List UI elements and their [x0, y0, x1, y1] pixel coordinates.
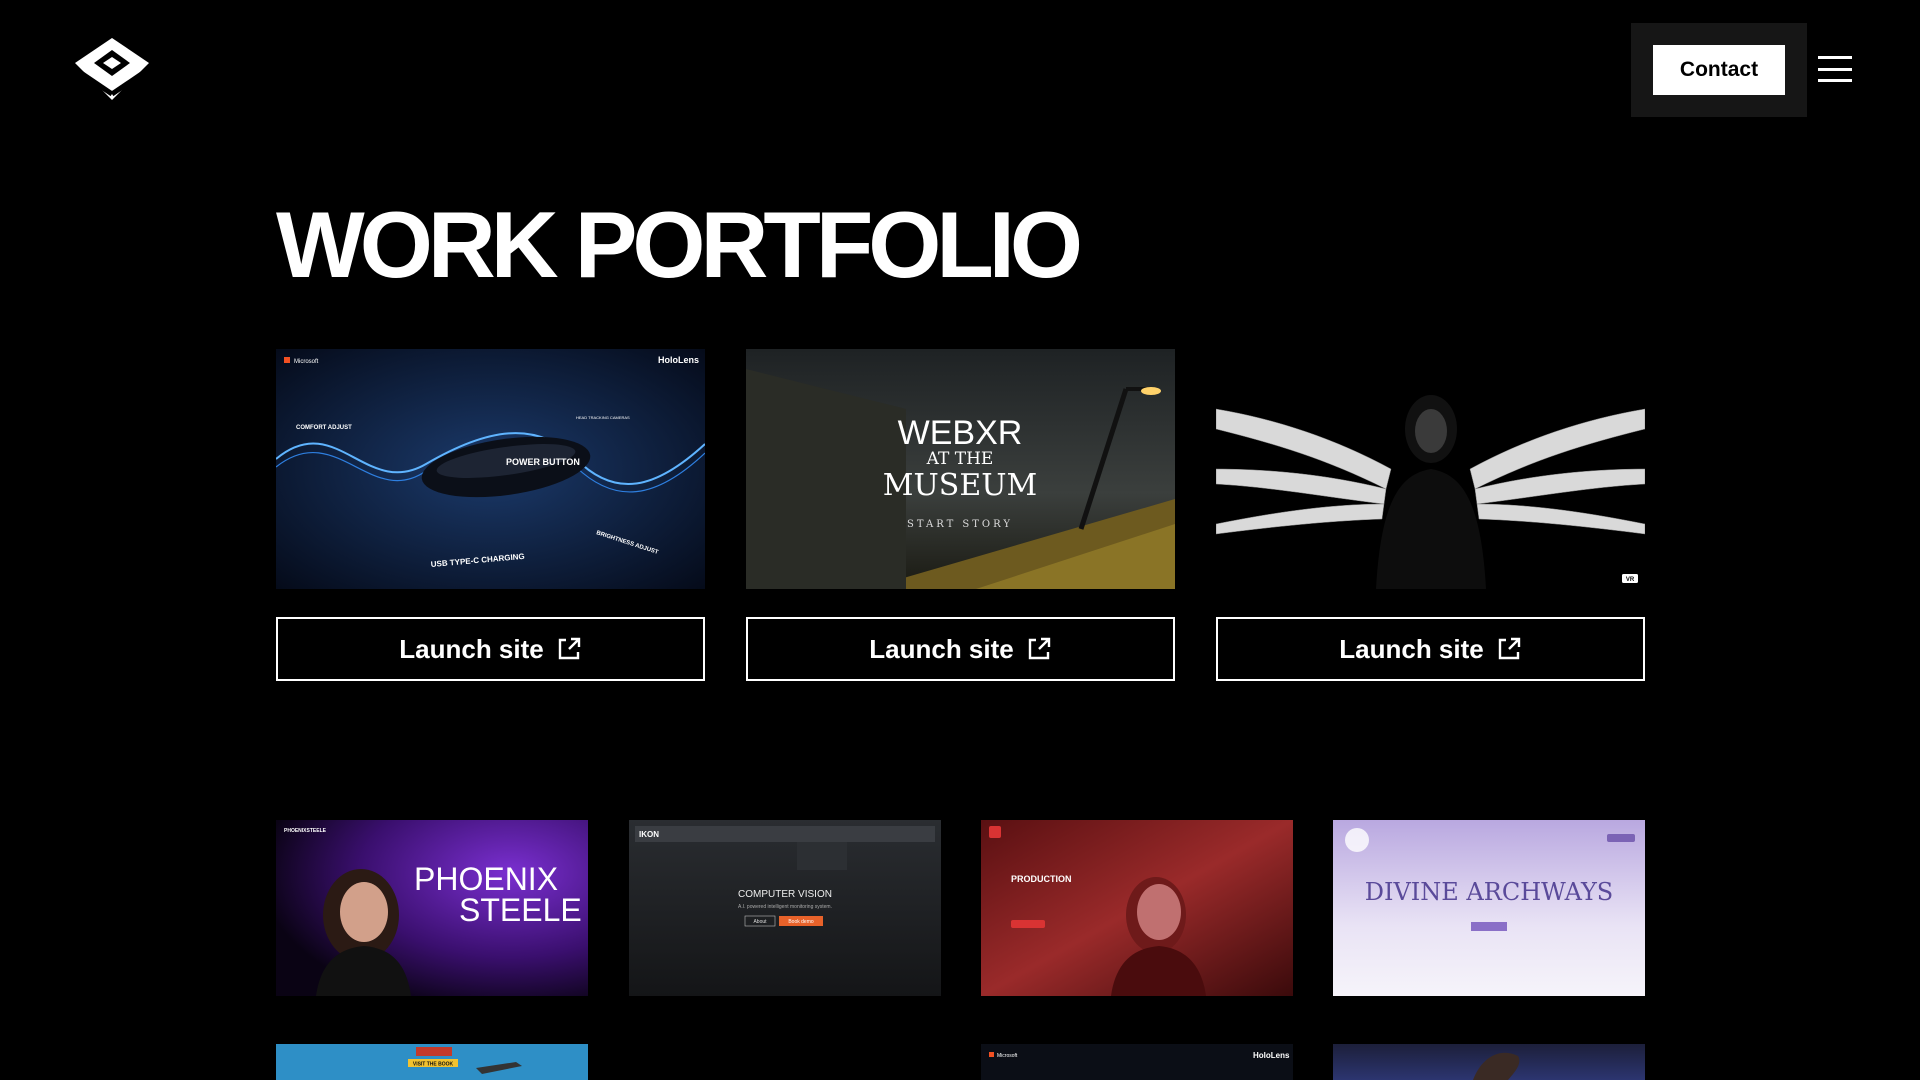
vr-badge: VR: [1626, 577, 1635, 583]
ikon-preview: IKON COMPUTER VISION A.I. powered intell…: [629, 820, 941, 996]
divine-archways-preview: DIVINE ARCHWAYS: [1333, 820, 1645, 996]
launch-site-button-winged-figure[interactable]: Launch site: [1216, 617, 1645, 681]
launch-label: Launch site: [399, 633, 544, 664]
diamond-logo-icon[interactable]: [75, 38, 149, 100]
hololens-2-brand: Microsoft: [997, 1053, 1018, 1059]
project-thumbnail-hololens[interactable]: Microsoft HoloLens COMFORT ADJUST HEAD T…: [276, 349, 705, 589]
hololens-2-product: HoloLens: [1253, 1051, 1290, 1060]
hamburger-menu-icon[interactable]: [1818, 56, 1852, 82]
launch-label: Launch site: [1339, 633, 1484, 664]
callout-label: COMFORT ADJUST: [296, 425, 352, 431]
page-title: WORK PORTFOLIO: [276, 192, 1083, 297]
callout-label: POWER BUTTON: [506, 457, 580, 467]
external-link-icon: [1498, 637, 1520, 660]
portfolio-page: Contact WORK PORTFOLIO Microsoft HoloLen…: [0, 0, 1920, 1080]
archways-heading: DIVINE ARCHWAYS: [1365, 878, 1614, 906]
project-thumbnail-production[interactable]: PRODUCTION: [981, 820, 1293, 996]
stage-render-preview: [1333, 1044, 1645, 1080]
project-thumbnail-divine-archways[interactable]: DIVINE ARCHWAYS: [1333, 820, 1645, 996]
project-thumbnail-winged-figure[interactable]: VR: [1216, 349, 1645, 589]
menu-bar: [1818, 56, 1852, 59]
project-thumbnail-stage-render[interactable]: [1333, 1044, 1645, 1080]
visit-the-book-preview: VISIT THE BOOK: [276, 1044, 588, 1080]
ikon-brand: IKON: [639, 830, 659, 839]
hololens-2-preview: Microsoft HoloLens: [981, 1044, 1293, 1080]
project-thumbnail-hololens-2[interactable]: Microsoft HoloLens: [981, 1044, 1293, 1080]
phoenix-line2: STEELE: [459, 892, 582, 928]
external-link-icon: [1028, 637, 1050, 660]
webxr-cta: START STORY: [907, 519, 1013, 530]
production-preview: PRODUCTION: [981, 820, 1293, 996]
menu-bar: [1818, 67, 1852, 71]
launch-site-button-hololens[interactable]: Launch site: [276, 617, 705, 681]
hololens-preview: Microsoft HoloLens COMFORT ADJUST HEAD T…: [276, 349, 705, 589]
menu-bar: [1818, 79, 1852, 82]
phoenix-steele-preview: PHOENIXSTEELE PHOENIX STEELE: [276, 820, 588, 996]
webxr-line3: MUSEUM: [883, 468, 1037, 503]
launch-label: Launch site: [869, 633, 1014, 664]
contact-panel: Contact: [1631, 23, 1807, 117]
webxr-line2: AT THE: [926, 449, 994, 469]
production-heading: PRODUCTION: [1011, 874, 1072, 884]
ikon-about-button: About: [753, 919, 767, 925]
ikon-sub: A.I. powered intelligent monitoring syst…: [738, 904, 832, 910]
phoenix-brand: PHOENIXSTEELE: [284, 828, 327, 834]
callout-label: HEAD TRACKING CAMERAS: [576, 415, 630, 420]
webxr-preview: WEBXR AT THE MUSEUM START STORY: [746, 349, 1175, 589]
hololens-product: HoloLens: [658, 355, 699, 365]
ikon-demo-button: Book demo: [788, 919, 814, 925]
project-thumbnail-ikon[interactable]: IKON COMPUTER VISION A.I. powered intell…: [629, 820, 941, 996]
winged-figure-preview: VR: [1216, 349, 1645, 589]
project-thumbnail-visit-the-book[interactable]: VISIT THE BOOK: [276, 1044, 588, 1080]
external-link-icon: [558, 637, 580, 660]
launch-site-button-webxr[interactable]: Launch site: [746, 617, 1175, 681]
project-thumbnail-webxr[interactable]: WEBXR AT THE MUSEUM START STORY: [746, 349, 1175, 589]
contact-button[interactable]: Contact: [1653, 45, 1785, 95]
hololens-brand: Microsoft: [294, 359, 319, 365]
visit-badge: VISIT THE BOOK: [413, 1062, 454, 1068]
project-thumbnail-phoenix-steele[interactable]: PHOENIXSTEELE PHOENIX STEELE: [276, 820, 588, 996]
ikon-heading: COMPUTER VISION: [738, 889, 832, 900]
webxr-line1: WEBXR: [898, 414, 1023, 452]
